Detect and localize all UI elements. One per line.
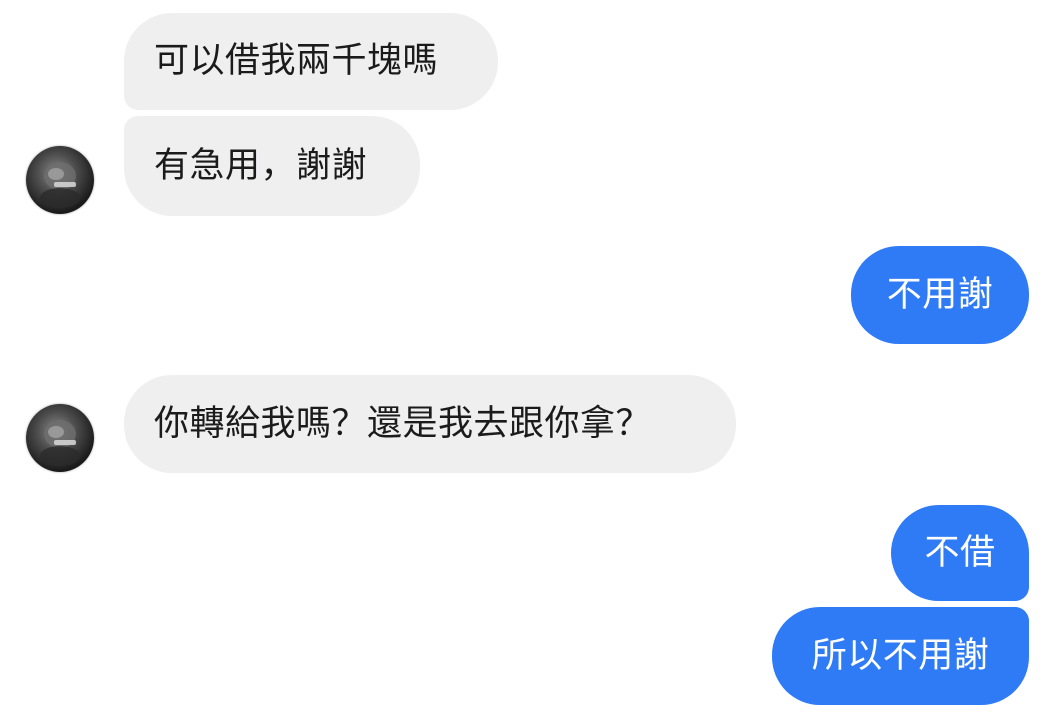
incoming-message[interactable]: 可以借我兩千塊嗎 xyxy=(124,13,498,110)
message-text: 不用謝 xyxy=(886,274,994,315)
outgoing-message[interactable]: 不借 xyxy=(891,505,1029,601)
incoming-message[interactable]: 你轉給我嗎？還是我去跟你拿？ xyxy=(124,375,736,473)
outgoing-message[interactable]: 所以不用謝 xyxy=(772,607,1029,705)
contact-avatar[interactable] xyxy=(26,404,94,472)
incoming-message[interactable]: 有急用，謝謝 xyxy=(124,116,420,216)
message-text: 可以借我兩千塊嗎 xyxy=(154,41,439,81)
message-text: 不借 xyxy=(924,532,996,573)
message-text: 你轉給我嗎？還是我去跟你拿？ xyxy=(154,403,652,444)
outgoing-message[interactable]: 不用謝 xyxy=(851,246,1029,344)
message-text: 所以不用謝 xyxy=(811,635,990,676)
contact-avatar[interactable] xyxy=(26,146,94,214)
message-thread: 可以借我兩千塊嗎 有急用，謝謝 不用謝 你轉給我嗎？還是我去跟你拿？ 不借 所以… xyxy=(0,0,1040,726)
avatar-image xyxy=(40,162,80,208)
message-text: 有急用，謝謝 xyxy=(154,145,368,186)
avatar-image xyxy=(40,420,80,466)
